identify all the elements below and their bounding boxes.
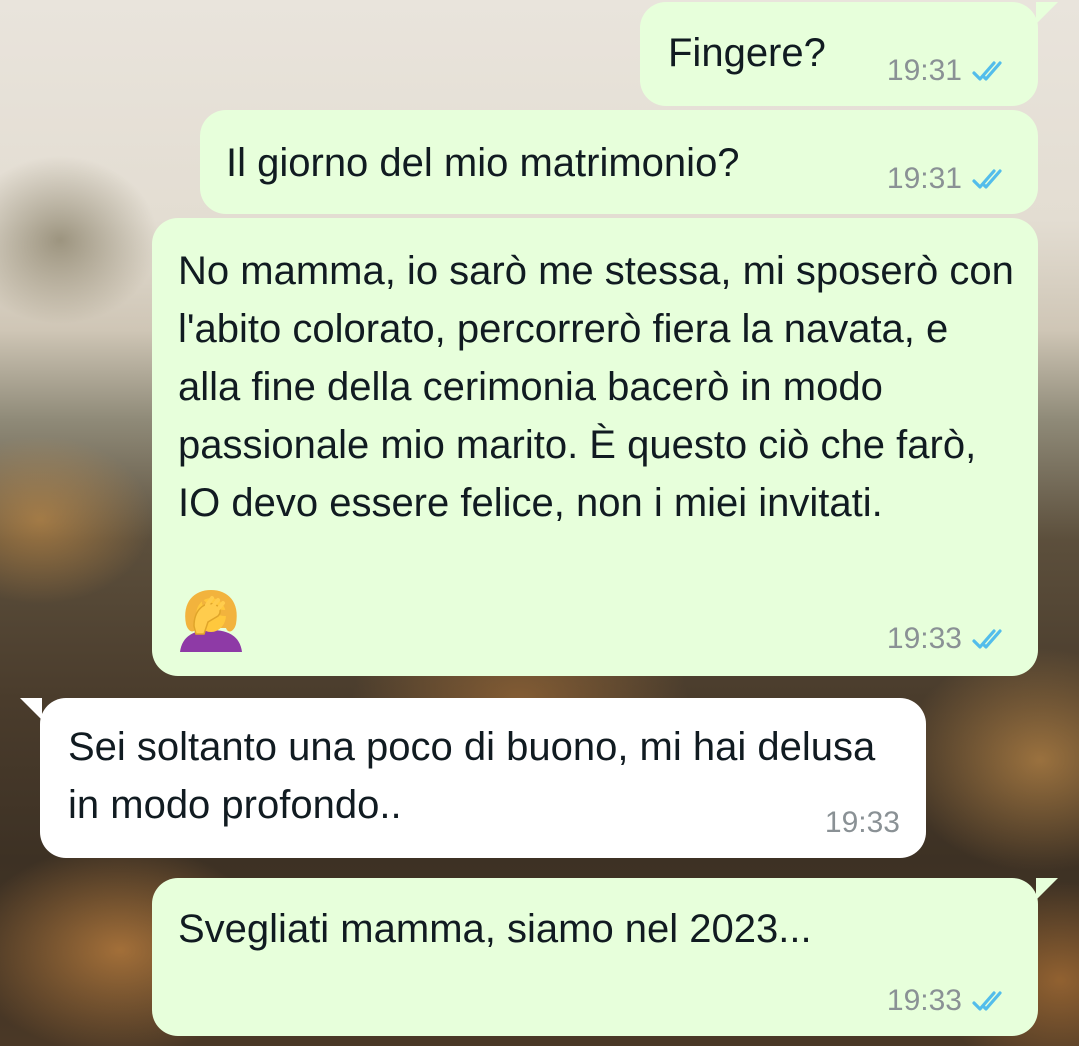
double-check-read-icon (972, 629, 1002, 649)
message-meta: 19:31 (887, 54, 1016, 88)
double-check-read-icon (972, 61, 1002, 81)
double-check-read-icon (972, 169, 1002, 189)
message-time: 19:33 (886, 622, 962, 655)
message-text: Fingere? (668, 31, 826, 75)
bubble-tail (20, 698, 42, 720)
message-time: 19:33 (886, 984, 962, 1017)
message-meta: 19:33 (887, 984, 1016, 1018)
message-text: No mamma, io sarò me stessa, mi sposerò … (178, 249, 1025, 525)
double-check-read-icon (972, 991, 1002, 1011)
message-bubble-incoming[interactable]: Sei soltanto una poco di buono, mi hai d… (40, 698, 926, 858)
message-text: Svegliati mamma, siamo nel 2023... (178, 907, 812, 951)
message-bubble-outgoing[interactable]: Fingere? 19:31 (640, 2, 1038, 106)
message-text: Sei soltanto una poco di buono, mi hai d… (68, 725, 887, 827)
bubble-tail (1036, 878, 1058, 900)
message-bubble-outgoing[interactable]: Svegliati mamma, siamo nel 2023... 19:33 (152, 878, 1038, 1036)
woman-facepalming-icon (180, 590, 242, 652)
message-text: Il giorno del mio matrimonio? (226, 141, 740, 185)
message-meta: 19:33 (887, 622, 1016, 656)
message-time: 19:33 (824, 806, 900, 839)
bubble-tail (1036, 2, 1058, 24)
message-time: 19:31 (886, 54, 962, 87)
message-bubble-outgoing[interactable]: Il giorno del mio matrimonio? 19:31 (200, 110, 1038, 214)
message-bubble-outgoing[interactable]: No mamma, io sarò me stessa, mi sposerò … (152, 218, 1038, 676)
message-meta: 19:33 (825, 806, 900, 840)
message-time: 19:31 (886, 162, 962, 195)
message-meta: 19:31 (887, 162, 1016, 196)
